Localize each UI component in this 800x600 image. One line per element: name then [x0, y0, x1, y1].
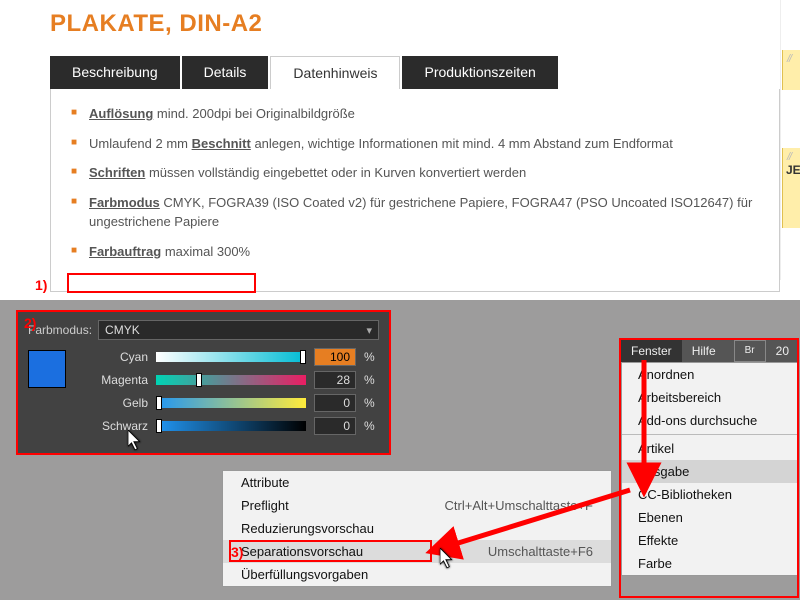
link-aufloesung[interactable]: Auflösung: [89, 106, 153, 121]
slider-cyan: Cyan 100%: [86, 348, 379, 366]
fenster-menu: Fenster Hilfe Br 20 AnordnenArbeitsberei…: [621, 340, 799, 576]
slider-value[interactable]: 100: [314, 348, 356, 366]
percent-label: %: [364, 396, 378, 410]
slider-track[interactable]: [156, 352, 306, 362]
menu-item[interactable]: Reduzierungsvorschau: [223, 517, 611, 540]
menu-item[interactable]: CC-Bibliotheken: [622, 483, 798, 506]
slider-label: Gelb: [86, 396, 148, 410]
bridge-icon[interactable]: Br: [734, 340, 766, 362]
cursor-icon: [440, 548, 454, 566]
menu-fenster[interactable]: Fenster: [621, 340, 682, 362]
menu-item[interactable]: SeparationsvorschauUmschalttaste+F6: [223, 540, 611, 563]
tab-produktionszeiten[interactable]: Produktionszeiten: [402, 56, 557, 89]
link-farbmodus[interactable]: Farbmodus: [89, 195, 160, 210]
annotation-2: 2): [24, 315, 36, 331]
menu-item[interactable]: Effekte: [622, 529, 798, 552]
tab-details[interactable]: Details: [182, 56, 269, 89]
slider-thumb[interactable]: [196, 373, 202, 387]
percent-label: %: [364, 419, 378, 433]
menu-item[interactable]: PreflightCtrl+Alt+Umschalttaste+F: [223, 494, 611, 517]
fenster-dropdown: AnordnenArbeitsbereichAdd-ons durchsuche…: [621, 362, 799, 576]
tab-bar: Beschreibung Details Datenhinweis Produk…: [50, 56, 780, 89]
menu-item[interactable]: Arbeitsbereich: [622, 386, 798, 409]
product-page: PLAKATE, DIN-A2 Beschreibung Details Dat…: [0, 0, 800, 292]
list-item: Auflösung mind. 200dpi bei Originalbildg…: [71, 104, 759, 124]
menu-extra: 20: [766, 340, 799, 362]
menu-item[interactable]: Ausgabe: [622, 460, 798, 483]
menu-item[interactable]: Überfüllungsvorgaben: [223, 563, 611, 586]
menu-hilfe[interactable]: Hilfe: [682, 340, 726, 362]
slider-value[interactable]: 0: [314, 394, 356, 412]
list-item: Farbauftrag maximal 300%: [71, 242, 759, 262]
page-title: PLAKATE, DIN-A2: [50, 10, 780, 38]
slider-magenta: Magenta 28%: [86, 371, 379, 389]
slider-label: Cyan: [86, 350, 148, 364]
cursor-icon: [128, 430, 142, 448]
menu-item[interactable]: Anordnen: [622, 363, 798, 386]
ausgabe-submenu: 3) AttributePreflightCtrl+Alt+Umschaltta…: [222, 470, 612, 587]
menu-item[interactable]: Add-ons durchsuche: [622, 409, 798, 432]
colormode-label: Farbmodus:: [28, 323, 92, 337]
slider-thumb[interactable]: [156, 396, 162, 410]
link-schriften[interactable]: Schriften: [89, 165, 145, 180]
slider-value[interactable]: 28: [314, 371, 356, 389]
menu-item[interactable]: Attribute: [223, 471, 611, 494]
menu-item[interactable]: Farbe: [622, 552, 798, 575]
color-mode-panel: Farbmodus: CMYK Cyan 100% Magenta 28% Gelb 0%…: [18, 312, 389, 453]
colormode-select[interactable]: CMYK: [98, 320, 379, 340]
percent-label: %: [364, 373, 378, 387]
side-panel-1: //: [782, 50, 800, 90]
list-item: Farbmodus CMYK, FOGRA39 (ISO Coated v2) …: [71, 193, 759, 232]
slider-thumb[interactable]: [300, 350, 306, 364]
slider-gelb: Gelb 0%: [86, 394, 379, 412]
tab-beschreibung[interactable]: Beschreibung: [50, 56, 180, 89]
menu-item[interactable]: Ebenen: [622, 506, 798, 529]
menu-item[interactable]: Artikel: [622, 437, 798, 460]
slider-label: Magenta: [86, 373, 148, 387]
cmyk-sliders: Cyan100%Magenta28%Gelb0%Schwarz0%: [86, 348, 379, 435]
tab-datenhinweis[interactable]: Datenhinweis: [270, 56, 400, 89]
annotation-1: 1): [35, 277, 47, 293]
side-panel-2: // JE: [782, 148, 800, 228]
right-sidebar: // // JE: [780, 0, 800, 280]
percent-label: %: [364, 350, 378, 364]
annotation-3: 3): [231, 544, 243, 560]
slider-track[interactable]: [156, 421, 306, 431]
slider-value[interactable]: 0: [314, 417, 356, 435]
slider-track[interactable]: [156, 375, 306, 385]
color-swatch[interactable]: [28, 350, 66, 388]
datenhinweis-panel: Auflösung mind. 200dpi bei Originalbildg…: [50, 89, 780, 292]
link-farbauftrag[interactable]: Farbauftrag: [89, 244, 161, 259]
menubar: Fenster Hilfe Br 20: [621, 340, 799, 362]
requirements-list: Auflösung mind. 200dpi bei Originalbildg…: [71, 104, 759, 261]
list-item: Umlaufend 2 mm Beschnitt anlegen, wichti…: [71, 134, 759, 154]
list-item: Schriften müssen vollständig eingebettet…: [71, 163, 759, 183]
side-label: JE: [783, 163, 800, 177]
slider-thumb[interactable]: [156, 419, 162, 433]
slider-track[interactable]: [156, 398, 306, 408]
link-beschnitt[interactable]: Beschnitt: [192, 136, 251, 151]
